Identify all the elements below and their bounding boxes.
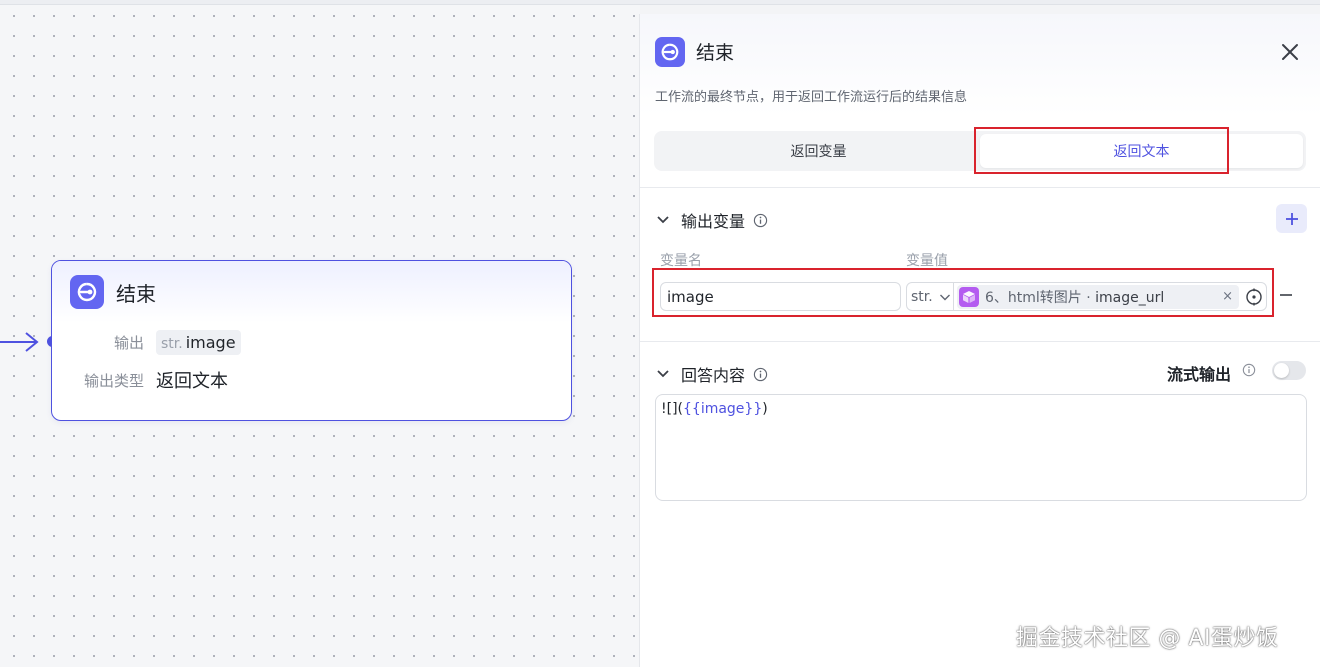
watermark: 掘金技术社区 @ AI蛋炒饭 — [1016, 626, 1279, 651]
variable-name-input[interactable] — [660, 282, 901, 311]
return-mode-tabs: 返回变量 返回文本 — [654, 131, 1306, 171]
answer-content-header[interactable]: 回答内容 — [656, 362, 768, 386]
variable-reference-tag[interactable]: 6、html转图片 · image_url × — [957, 284, 1239, 309]
column-label-value: 变量值 — [906, 253, 948, 269]
reference-node-name: 6、html转图片 — [985, 289, 1082, 306]
variable-reference-text: 6、html转图片 · image_url — [985, 287, 1164, 307]
chevron-down-icon[interactable] — [656, 367, 670, 381]
cube-icon — [959, 286, 979, 307]
answer-content-variable: {{image}} — [683, 401, 763, 417]
node-output-row: 输出 str. image — [52, 323, 571, 361]
node-output-kind-label: 输出类型 — [83, 371, 144, 390]
node-output-kind-value: 返回文本 — [156, 371, 228, 392]
node-title: 结束 — [116, 281, 156, 306]
answer-content-title: 回答内容 — [681, 366, 746, 385]
end-node-icon — [655, 37, 685, 67]
stream-output-label: 流式输出 — [1167, 365, 1232, 384]
chevron-down-icon[interactable] — [656, 213, 670, 227]
variable-value-field[interactable]: 6、html转图片 · image_url × — [953, 282, 1267, 311]
remove-variable-icon[interactable] — [1279, 288, 1293, 302]
node-output-value: image — [185, 332, 236, 352]
divider — [640, 187, 1320, 188]
node-settings-panel: 结束 工作流的最终节点，用于返回工作流运行后的结果信息 返回变量 返回文本 输出… — [639, 14, 1320, 667]
info-icon[interactable] — [753, 367, 768, 382]
output-vars-title: 输出变量 — [681, 212, 746, 231]
clear-reference-icon[interactable]: × — [1222, 289, 1233, 304]
add-variable-button[interactable] — [1276, 204, 1307, 233]
end-node-card[interactable]: 结束 输出 str. image 输出类型 返回文本 — [51, 260, 572, 421]
reference-field-name: image_url — [1095, 289, 1165, 306]
variable-type-value: str. — [911, 288, 933, 305]
node-output-kind-row: 输出类型 返回文本 — [52, 361, 571, 399]
variable-type-select[interactable]: str. — [906, 282, 954, 311]
node-output-pill: str. image — [156, 329, 241, 355]
tab-return-text[interactable]: 返回文本 — [980, 134, 1303, 168]
tab-return-variables[interactable]: 返回变量 — [657, 134, 980, 168]
answer-content-editor[interactable]: ![]({{image}}) — [655, 394, 1307, 501]
answer-content-prefix: ![]( — [661, 401, 683, 417]
top-strip — [0, 0, 1320, 5]
panel-description: 工作流的最终节点，用于返回工作流运行后的结果信息 — [655, 90, 968, 105]
divider — [640, 341, 1320, 342]
column-label-name: 变量名 — [660, 253, 702, 269]
node-output-label: 输出 — [113, 333, 144, 352]
panel-title[interactable]: 结束 — [696, 38, 734, 65]
node-output-type: str. — [161, 335, 183, 352]
crosshair-target-icon[interactable] — [1245, 288, 1263, 306]
info-icon[interactable] — [753, 213, 768, 228]
panel-header: 结束 工作流的最终节点，用于返回工作流运行后的结果信息 — [640, 14, 1320, 116]
info-icon[interactable] — [1242, 363, 1256, 377]
output-vars-header[interactable]: 输出变量 — [656, 208, 768, 232]
node-header: 结束 — [52, 261, 571, 323]
answer-content-suffix: ) — [762, 401, 768, 417]
edge-arrow-icon — [0, 332, 39, 352]
plus-icon — [1285, 212, 1298, 225]
chevron-down-icon — [939, 294, 950, 300]
reference-separator: · — [1081, 289, 1096, 306]
stream-output-toggle[interactable] — [1272, 361, 1306, 380]
end-node-icon — [70, 275, 104, 309]
close-icon[interactable] — [1278, 40, 1302, 64]
